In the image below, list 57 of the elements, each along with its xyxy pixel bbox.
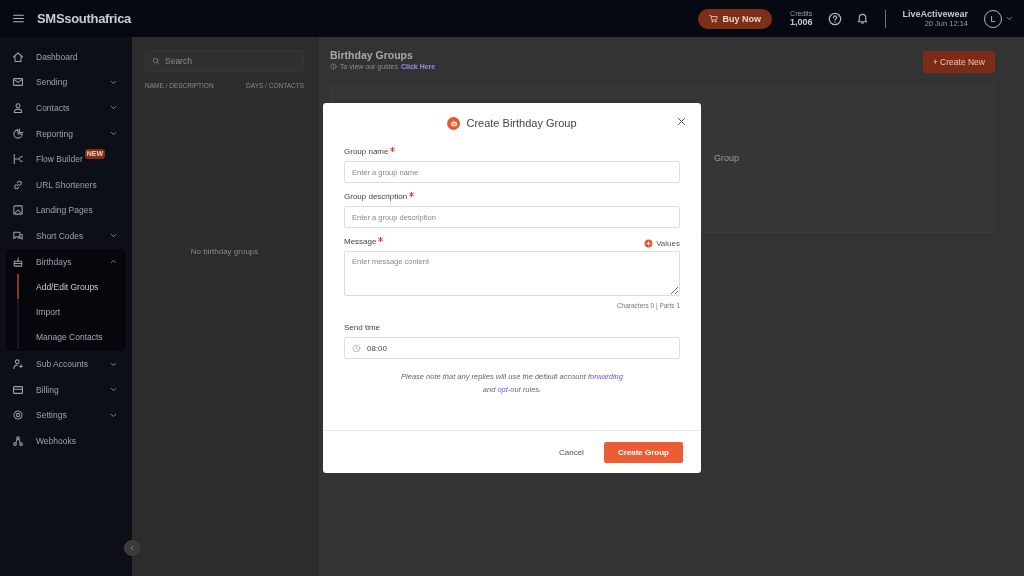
- sidebar-item[interactable]: Sub Accounts: [6, 351, 126, 377]
- submenu-item[interactable]: Manage Contacts: [17, 324, 126, 350]
- image-icon: [12, 204, 24, 217]
- logo: SMSsouthafrica: [37, 11, 132, 26]
- help-icon: [828, 11, 843, 26]
- dialog-title: Create Birthday Group: [466, 117, 577, 129]
- sidebar-item[interactable]: Reporting: [6, 120, 126, 147]
- search-field[interactable]: Search: [145, 50, 304, 72]
- home-icon: [12, 50, 24, 63]
- time-field[interactable]: 08:00: [344, 337, 680, 359]
- user-plus-icon: [12, 358, 24, 371]
- cake-icon: [447, 116, 461, 130]
- create-new-button[interactable]: + Create New: [922, 51, 995, 73]
- clock-icon: [352, 343, 361, 353]
- field-label: Message: [344, 237, 384, 246]
- envelope-icon: [12, 76, 24, 89]
- buy-now-button[interactable]: Buy Now: [698, 8, 772, 29]
- sidebar-item[interactable]: URL Shorteners: [6, 171, 126, 198]
- sidebar-item[interactable]: Birthdays: [6, 248, 126, 275]
- sidebar-item[interactable]: Billing: [6, 376, 126, 403]
- menu-icon: [12, 12, 25, 25]
- sidebar-item[interactable]: Dashboard: [6, 44, 126, 70]
- submenu-item[interactable]: Add/Edit Groups: [17, 274, 126, 300]
- people-icon: [12, 102, 24, 114]
- plus-icon: [644, 239, 654, 248]
- cart-icon: [709, 14, 719, 23]
- submenu-item[interactable]: Import: [17, 299, 126, 325]
- empty-message: No birthday groups: [190, 246, 259, 256]
- network-icon: [12, 434, 24, 447]
- chevron-left-icon: [128, 544, 136, 552]
- field-label: Group description: [344, 192, 680, 201]
- caret-down-icon: [1005, 14, 1014, 23]
- credits-value: 1,006: [789, 17, 813, 27]
- close-button[interactable]: [676, 116, 687, 127]
- cake-icon: [12, 255, 24, 268]
- chat-icon: [12, 229, 24, 242]
- sidebar-item[interactable]: Sending: [6, 69, 126, 96]
- sidebar-item[interactable]: Webhooks: [6, 428, 126, 454]
- values-button[interactable]: Values: [644, 239, 680, 248]
- sidebar-item[interactable]: Contacts: [6, 95, 126, 121]
- flow-icon: [12, 153, 24, 166]
- sidebar-item[interactable]: Settings: [6, 402, 126, 429]
- field-label: Send time: [344, 323, 382, 332]
- sidebar-item[interactable]: Short Codes: [6, 223, 126, 249]
- sidebar-item[interactable]: Landing Pages: [6, 197, 126, 224]
- card-text: Group: [714, 153, 739, 163]
- card-icon: [12, 383, 24, 396]
- cancel-button[interactable]: Cancel: [554, 443, 588, 461]
- close-icon: [676, 116, 687, 127]
- page-title: Birthday Groups: [330, 49, 414, 61]
- bell-icon: [856, 12, 870, 25]
- gear-icon: [12, 409, 24, 422]
- account-name: LiveActivewear: [902, 9, 968, 19]
- field-label: Group name: [344, 147, 680, 156]
- pie-chart-icon: [12, 127, 24, 140]
- info-icon: [330, 63, 337, 70]
- link-icon: [12, 178, 24, 191]
